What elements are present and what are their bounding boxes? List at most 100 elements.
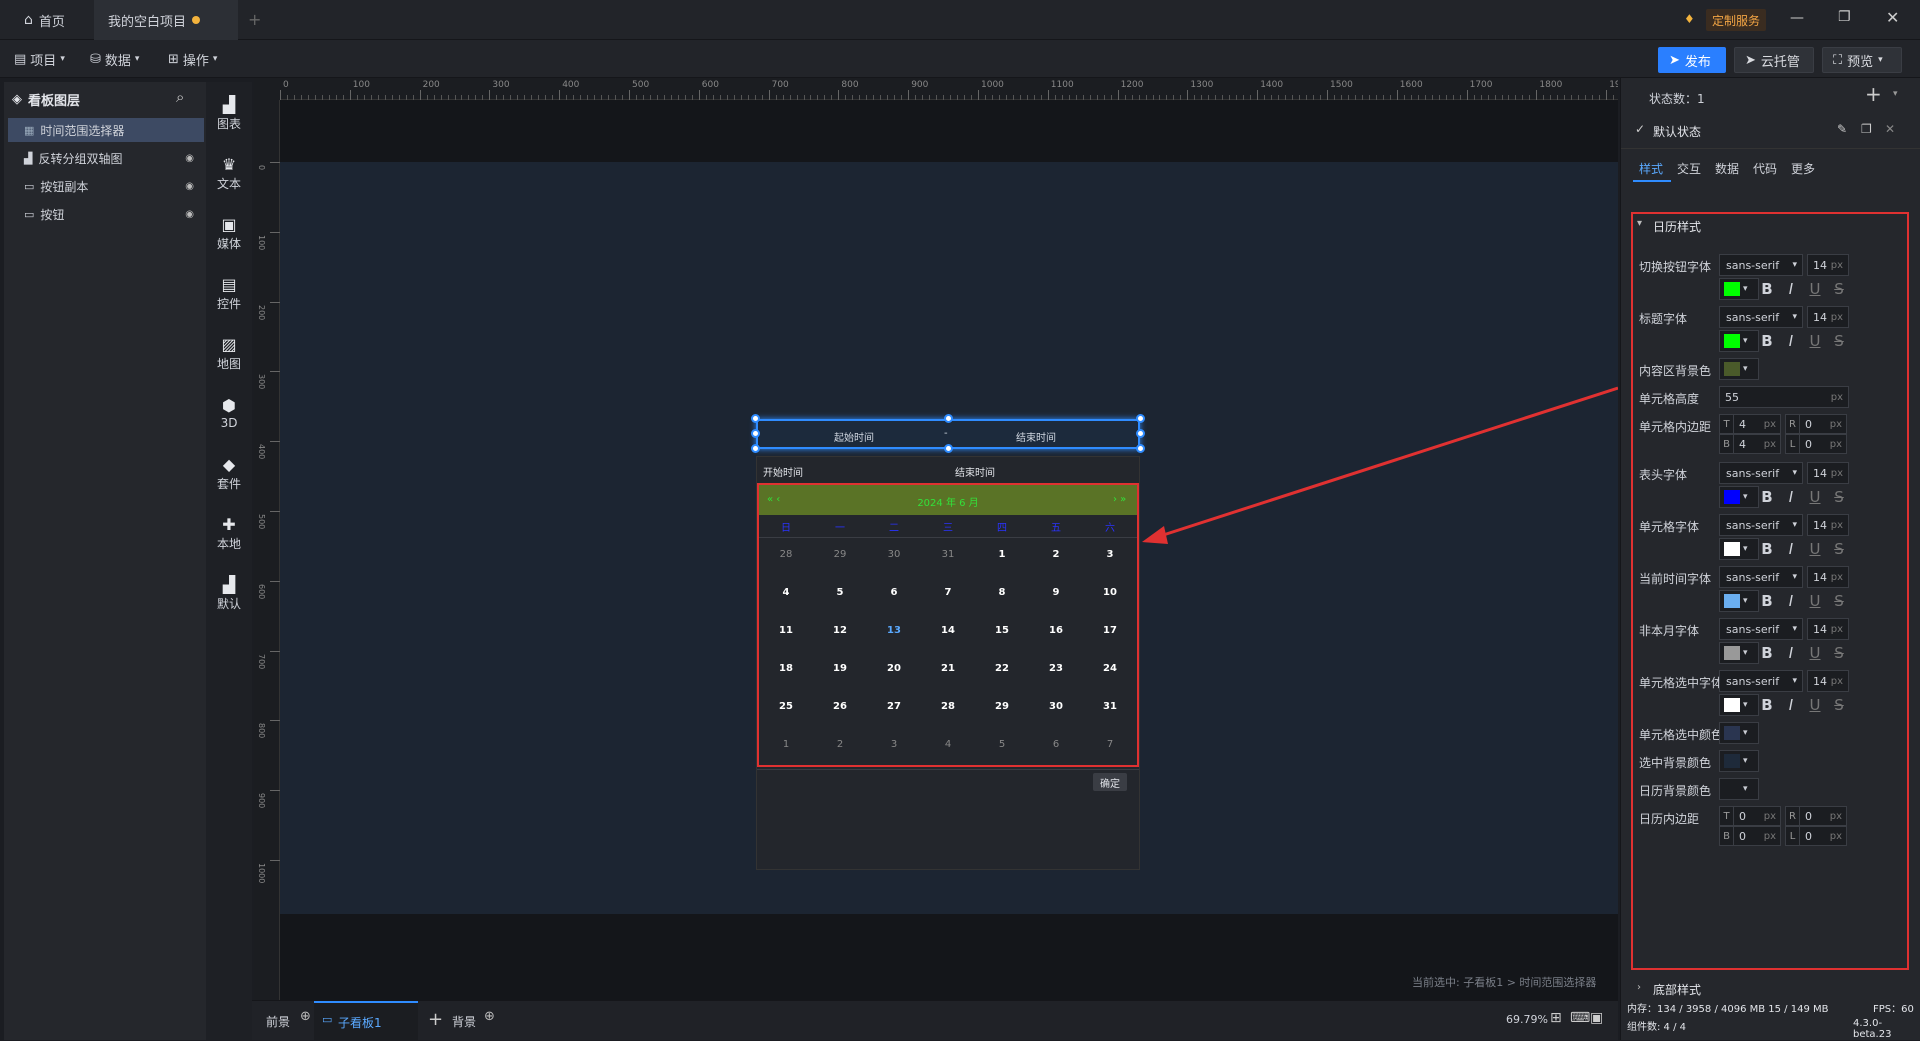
publish-button[interactable]: ➤ 发布 (1658, 47, 1726, 73)
calendar-day[interactable]: 5 (813, 587, 867, 598)
default-state-label[interactable]: 默认状态 (1653, 123, 1701, 140)
bold-toggle[interactable]: B (1757, 280, 1777, 298)
calendar-day[interactable]: 14 (921, 625, 975, 636)
calendar-day[interactable]: 27 (867, 701, 921, 712)
calendar-padding-right-input[interactable]: R 0 px (1785, 806, 1847, 826)
calendar-day[interactable]: 28 (921, 701, 975, 712)
header-font-size-input[interactable]: 14 px (1807, 462, 1849, 484)
resize-handle[interactable] (751, 429, 760, 438)
title-font-family-select[interactable]: sans-serif ▾ (1719, 306, 1803, 328)
calendar-day[interactable]: 17 (1083, 625, 1137, 636)
current-font-color-picker[interactable]: ▾ (1719, 590, 1759, 612)
calendar-day[interactable]: 9 (1029, 587, 1083, 598)
calendar-confirm-button[interactable]: 确定 (1093, 773, 1127, 791)
eye-icon[interactable]: ◉ (185, 181, 194, 192)
underline-toggle[interactable]: U (1805, 644, 1825, 662)
calendar-style-title[interactable]: 日历样式 (1653, 218, 1701, 235)
italic-toggle[interactable]: I (1781, 332, 1801, 350)
content-bg-color-picker[interactable]: ▾ (1719, 358, 1759, 380)
close-icon[interactable]: ✕ (1886, 8, 1899, 27)
selected-font-size-input[interactable]: 14 px (1807, 670, 1849, 692)
calendar-day[interactable]: 4 (759, 587, 813, 598)
selected-font-color-picker[interactable]: ▾ (1719, 694, 1759, 716)
component-chart[interactable]: ▟ 图表 (206, 86, 252, 142)
strikethrough-toggle[interactable]: S (1829, 540, 1849, 558)
resize-handle[interactable] (751, 444, 760, 453)
keyboard-icon[interactable]: ⌨ (1570, 1010, 1590, 1026)
layer-item[interactable]: ▭ 按钮副本 ◉ (8, 174, 204, 198)
italic-toggle[interactable]: I (1781, 280, 1801, 298)
calendar-day[interactable]: 3 (1083, 549, 1137, 560)
menu-operate[interactable]: ⊞ 操作 ▾ (168, 48, 217, 70)
current-font-family-select[interactable]: sans-serif ▾ (1719, 566, 1803, 588)
calendar-padding-bottom-input[interactable]: B 0 px (1719, 826, 1781, 846)
component-kit[interactable]: ◆ 套件 (206, 446, 252, 502)
header-font-family-select[interactable]: sans-serif ▾ (1719, 462, 1803, 484)
calendar-day[interactable]: 3 (867, 739, 921, 750)
header-font-color-picker[interactable]: ▾ (1719, 486, 1759, 508)
preview-button[interactable]: ⛶ 预览 ▾ (1822, 47, 1902, 73)
calendar-day[interactable]: 25 (759, 701, 813, 712)
calendar-day[interactable]: 29 (975, 701, 1029, 712)
cell-padding-bottom-input[interactable]: B 4 px (1719, 434, 1781, 454)
title-font-color-picker[interactable]: ▾ (1719, 330, 1759, 352)
component-text[interactable]: ♛ 文本 (206, 146, 252, 202)
calendar-day[interactable]: 28 (759, 549, 813, 560)
chevron-down-icon[interactable]: ▾ (1893, 89, 1898, 99)
calendar-day[interactable]: 23 (1029, 663, 1083, 674)
italic-toggle[interactable]: I (1781, 696, 1801, 714)
tab-data[interactable]: 数据 (1715, 160, 1739, 177)
strikethrough-toggle[interactable]: S (1829, 332, 1849, 350)
eye-icon[interactable]: ◉ (185, 153, 194, 164)
calendar-day[interactable]: 16 (1029, 625, 1083, 636)
calendar-day[interactable]: 7 (921, 587, 975, 598)
underline-toggle[interactable]: U (1805, 696, 1825, 714)
cell-font-size-input[interactable]: 14 px (1807, 514, 1849, 536)
calendar-day[interactable]: 4 (921, 739, 975, 750)
calendar-day[interactable]: 30 (1029, 701, 1083, 712)
italic-toggle[interactable]: I (1781, 644, 1801, 662)
new-tab-plus-icon[interactable]: + (248, 10, 261, 29)
tab-interaction[interactable]: 交互 (1677, 160, 1701, 177)
cell-height-input[interactable]: 55 px (1719, 386, 1849, 408)
strikethrough-toggle[interactable]: S (1829, 696, 1849, 714)
selected-color-color-picker[interactable]: ▾ (1719, 722, 1759, 744)
calendar-day[interactable]: 7 (1083, 739, 1137, 750)
add-circle-icon[interactable]: ⊕ (484, 1009, 495, 1024)
calendar-padding-top-input[interactable]: T 0 px (1719, 806, 1781, 826)
component-map[interactable]: ▨ 地图 (206, 326, 252, 382)
italic-toggle[interactable]: I (1781, 592, 1801, 610)
toggle-font-color-picker[interactable]: ▾ (1719, 278, 1759, 300)
component-media[interactable]: ▣ 媒体 (206, 206, 252, 262)
calendar-day[interactable]: 26 (813, 701, 867, 712)
custom-service-button[interactable]: 定制服务 (1706, 9, 1767, 31)
calendar-day-today[interactable]: 13 (867, 625, 921, 636)
calendar-day[interactable]: 15 (975, 625, 1029, 636)
nonmonth-font-family-select[interactable]: sans-serif ▾ (1719, 618, 1803, 640)
current-font-size-input[interactable]: 14 px (1807, 566, 1849, 588)
calendar-day[interactable]: 5 (975, 739, 1029, 750)
component-3d[interactable]: ⬢ 3D (206, 386, 252, 442)
title-font-size-input[interactable]: 14 px (1807, 306, 1849, 328)
component-local[interactable]: ✚ 本地 (206, 506, 252, 562)
calendar-day[interactable]: 31 (921, 549, 975, 560)
calendar-day[interactable]: 11 (759, 625, 813, 636)
calendar-day[interactable]: 6 (867, 587, 921, 598)
bold-toggle[interactable]: B (1757, 644, 1777, 662)
strikethrough-toggle[interactable]: S (1829, 488, 1849, 506)
resize-handle[interactable] (944, 414, 953, 423)
sub-board-tab[interactable]: ▭ 子看板1 (314, 1001, 418, 1041)
component-default[interactable]: ▟ 默认 (206, 566, 252, 622)
tab-more[interactable]: 更多 (1791, 160, 1815, 177)
bold-toggle[interactable]: B (1757, 332, 1777, 350)
calendar-day[interactable]: 29 (813, 549, 867, 560)
resize-handle[interactable] (944, 444, 953, 453)
footer-style-title[interactable]: 底部样式 (1653, 981, 1701, 998)
minimize-icon[interactable]: — (1790, 10, 1804, 26)
italic-toggle[interactable]: I (1781, 540, 1801, 558)
restore-icon[interactable]: ❐ (1838, 9, 1851, 25)
nonmonth-font-color-picker[interactable]: ▾ (1719, 642, 1759, 664)
eye-icon[interactable]: ◉ (185, 209, 194, 220)
cell-font-color-picker[interactable]: ▾ (1719, 538, 1759, 560)
calendar-day[interactable]: 1 (975, 549, 1029, 560)
